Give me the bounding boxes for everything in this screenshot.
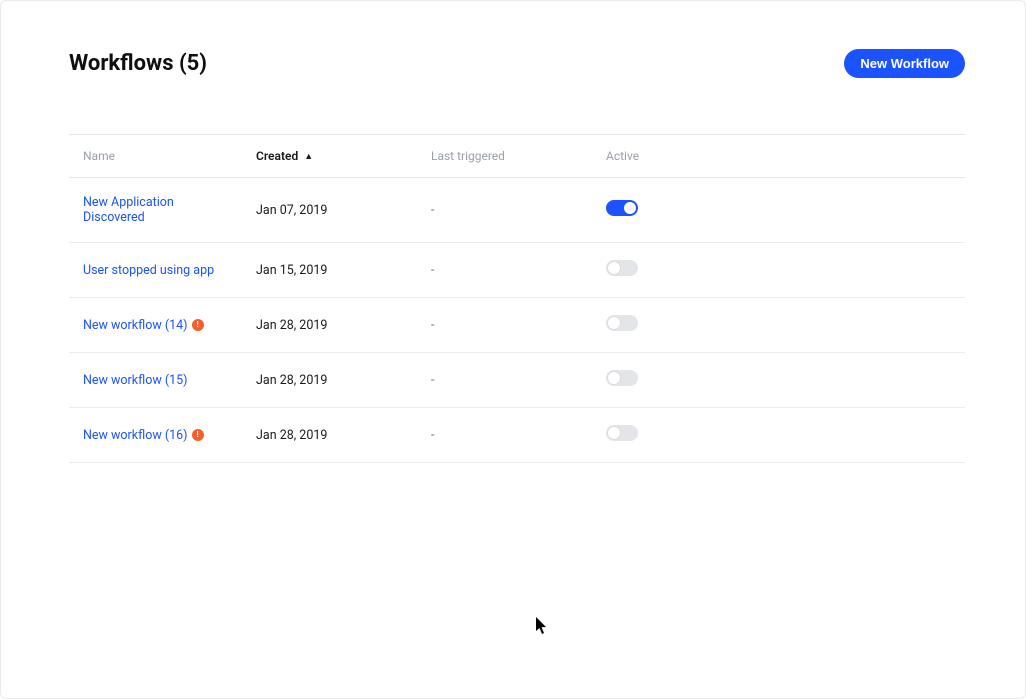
table-row: New workflow (14)!Jan 28, 2019- <box>69 298 965 353</box>
col-header-active[interactable]: Active <box>594 135 965 178</box>
cell-created: Jan 07, 2019 <box>244 178 419 243</box>
cell-last-triggered: - <box>419 353 594 408</box>
toggle-knob <box>608 317 620 329</box>
toggle-knob <box>608 372 620 384</box>
workflow-link[interactable]: New workflow (15) <box>83 373 188 388</box>
mouse-cursor-icon <box>536 617 548 635</box>
active-toggle[interactable] <box>606 370 638 386</box>
col-header-last-triggered[interactable]: Last triggered <box>419 135 594 178</box>
warning-icon: ! <box>192 319 204 331</box>
cell-last-triggered: - <box>419 243 594 298</box>
table-header-row: Name Created ▲ Last triggered Active <box>69 135 965 178</box>
cell-created: Jan 15, 2019 <box>244 243 419 298</box>
cell-created: Jan 28, 2019 <box>244 298 419 353</box>
table-row: New workflow (16)!Jan 28, 2019- <box>69 408 965 463</box>
new-workflow-button[interactable]: New Workflow <box>844 49 965 78</box>
cell-last-triggered: - <box>419 408 594 463</box>
page-title: Workflows (5) <box>69 51 207 76</box>
col-header-name[interactable]: Name <box>69 135 244 178</box>
workflow-link[interactable]: New workflow (16) <box>83 428 188 443</box>
table-row: New Application Discovered Jan 07, 2019- <box>69 178 965 243</box>
cell-created: Jan 28, 2019 <box>244 353 419 408</box>
cell-active <box>594 178 965 243</box>
workflow-link[interactable]: New workflow (14) <box>83 318 188 333</box>
table-row: New workflow (15) Jan 28, 2019- <box>69 353 965 408</box>
workflows-table: Name Created ▲ Last triggered Active New… <box>69 134 965 463</box>
toggle-knob <box>624 202 636 214</box>
cell-name: New Application Discovered <box>69 178 244 243</box>
cell-active <box>594 243 965 298</box>
col-header-created-label: Created <box>256 149 298 163</box>
table-row: User stopped using app Jan 15, 2019- <box>69 243 965 298</box>
col-header-created[interactable]: Created ▲ <box>244 135 419 178</box>
sort-ascending-icon: ▲ <box>304 152 313 162</box>
workflow-link[interactable]: User stopped using app <box>83 263 214 278</box>
cell-last-triggered: - <box>419 178 594 243</box>
cell-last-triggered: - <box>419 298 594 353</box>
active-toggle[interactable] <box>606 260 638 276</box>
cell-created: Jan 28, 2019 <box>244 408 419 463</box>
active-toggle[interactable] <box>606 200 638 216</box>
workflows-page: Workflows (5) New Workflow Name Created … <box>1 1 1025 463</box>
warning-icon: ! <box>192 429 204 441</box>
cell-name: User stopped using app <box>69 243 244 298</box>
cell-name: New workflow (16)! <box>69 408 244 463</box>
toggle-knob <box>608 262 620 274</box>
table-body: New Application DiscoveredJan 07, 2019-U… <box>69 178 965 463</box>
cell-name: New workflow (14)! <box>69 298 244 353</box>
cell-active <box>594 298 965 353</box>
active-toggle[interactable] <box>606 425 638 441</box>
toggle-knob <box>608 427 620 439</box>
workflow-link[interactable]: New Application Discovered <box>83 195 174 225</box>
cell-active <box>594 353 965 408</box>
cell-active <box>594 408 965 463</box>
page-header: Workflows (5) New Workflow <box>69 49 965 78</box>
cell-name: New workflow (15) <box>69 353 244 408</box>
active-toggle[interactable] <box>606 315 638 331</box>
